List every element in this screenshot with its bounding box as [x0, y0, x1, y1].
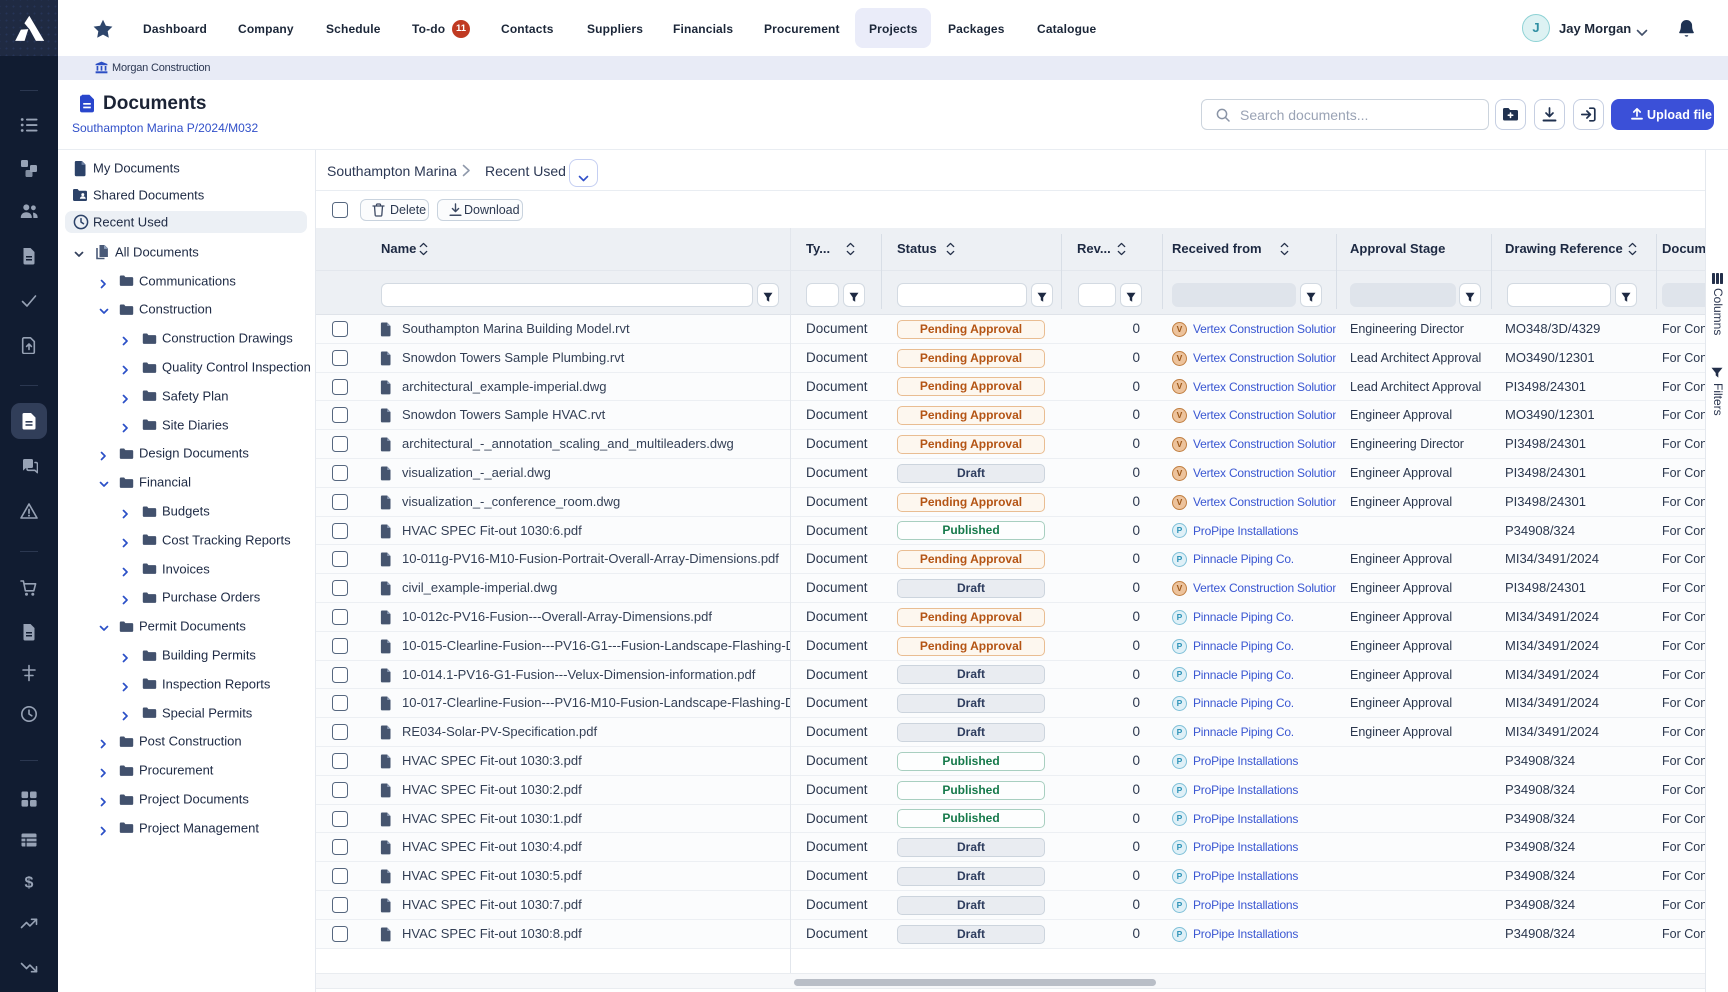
svg-text:$: $: [25, 875, 34, 892]
